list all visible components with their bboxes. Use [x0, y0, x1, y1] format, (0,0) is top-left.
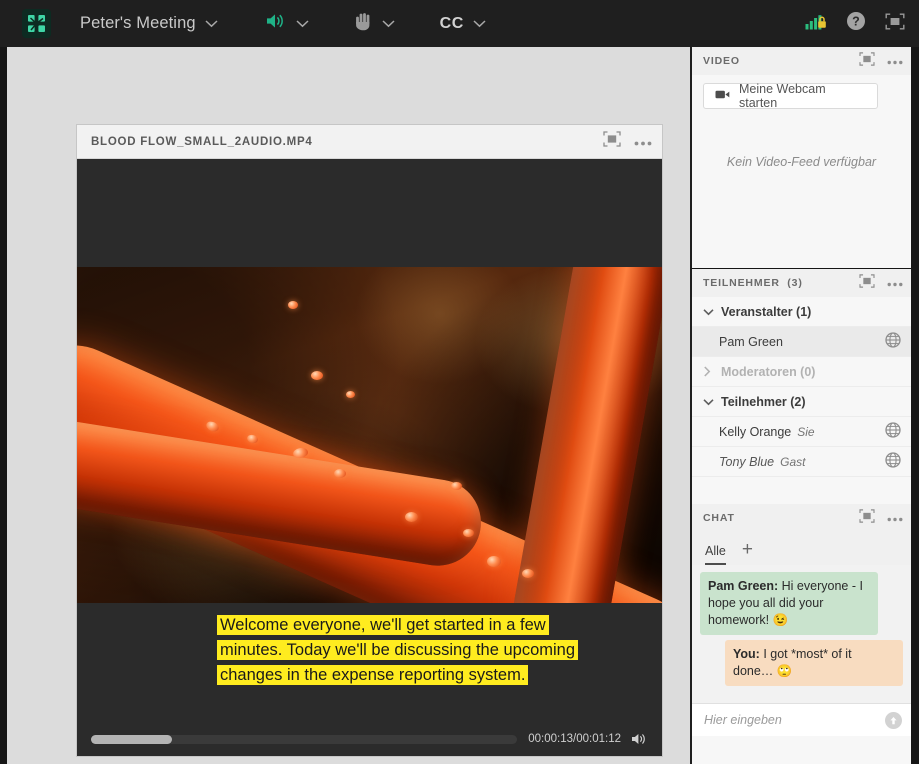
participant-group-presenters[interactable]: Moderatoren (0) — [692, 357, 911, 387]
participants-pod-header: TEILNEHMER (3) — [692, 269, 911, 297]
chat-input-placeholder: Hier eingeben — [704, 713, 782, 727]
expand-pod-icon[interactable] — [859, 51, 875, 71]
video-progress-fill — [91, 734, 172, 744]
chat-message-list: Pam Green: Hi everyone - I hope you all … — [692, 565, 911, 703]
video-pod: VIDEO Meine Webcam starten Kein Video-Fe… — [692, 47, 911, 269]
chevron-down-icon — [703, 398, 721, 406]
svg-text:?: ? — [852, 15, 860, 29]
help-circle-icon[interactable]: ? — [846, 11, 866, 36]
participant-group-participants[interactable]: Teilnehmer (2) — [692, 387, 911, 417]
video-letterbox-bottom: Welcome everyone, we'll get started in a… — [77, 603, 662, 756]
chat-sender: Pam Green: — [708, 579, 779, 593]
chat-message: You: I got *most* of it done… 🙄 — [725, 640, 903, 686]
chat-sender: You: — [733, 647, 760, 661]
expand-pod-icon[interactable] — [859, 508, 875, 528]
fullscreen-icon[interactable] — [885, 13, 905, 35]
participant-row-pam-green[interactable]: Pam Green — [692, 327, 911, 357]
video-empty-state: Kein Video-Feed verfügbar — [726, 155, 877, 169]
participant-row-kelly-orange[interactable]: Kelly Orange Sie — [692, 417, 911, 447]
audio-menu-button[interactable] — [265, 12, 309, 35]
closed-captions-menu-button[interactable]: CC — [440, 15, 486, 33]
volume-on-icon[interactable] — [631, 732, 648, 746]
share-pod-title: BLOOD FLOW_SMALL_2AUDIO.MP4 — [91, 135, 313, 148]
pod-menu-icon[interactable] — [887, 274, 903, 292]
participant-name: Kelly Orange Sie — [719, 424, 815, 439]
participant-group-label: Veranstalter (1) — [721, 304, 812, 319]
participant-group-hosts[interactable]: Veranstalter (1) — [692, 297, 911, 327]
camera-icon — [715, 89, 730, 103]
pod-menu-icon[interactable] — [634, 133, 652, 151]
participants-count: (3) — [787, 277, 803, 289]
share-pod-body: Welcome everyone, we'll get started in a… — [77, 159, 662, 756]
chevron-down-icon — [703, 308, 721, 316]
share-pod: BLOOD FLOW_SMALL_2AUDIO.MP4 Welcome ever… — [77, 125, 662, 756]
cc-label: CC — [439, 14, 464, 32]
globe-icon[interactable] — [885, 422, 901, 441]
raise-hand-icon — [354, 11, 373, 36]
stage-left-edge — [0, 47, 7, 764]
blood-cell — [486, 555, 501, 567]
chat-pod-header: CHAT — [692, 504, 911, 532]
participants-pod-title: TEILNEHMER (3) — [703, 277, 803, 289]
chevron-down-icon — [205, 19, 218, 28]
send-up-icon[interactable] — [885, 711, 902, 729]
chat-tab-bar: Alle + — [692, 532, 911, 565]
participant-group-label: Moderatoren (0) — [721, 364, 816, 379]
chevron-down-icon — [473, 19, 486, 28]
chevron-right-icon — [703, 366, 721, 377]
chevron-down-icon — [382, 19, 395, 28]
meeting-title: Peter's Meeting — [80, 14, 196, 32]
expand-pod-icon[interactable] — [859, 273, 875, 293]
tab-alle[interactable]: Alle — [705, 544, 726, 565]
participant-name: Tony Blue Gast — [719, 454, 806, 469]
video-timecode: 00:00:13/00:01:12 — [528, 733, 621, 745]
top-bar-status-group: ? — [786, 0, 905, 47]
blood-cell — [334, 468, 347, 478]
blood-cell — [287, 300, 298, 309]
start-webcam-button[interactable]: Meine Webcam starten — [703, 82, 878, 110]
plus-icon[interactable]: + — [742, 540, 753, 565]
top-menu-bar: Peter's Meeting CC ? — [0, 0, 919, 47]
globe-icon[interactable] — [885, 332, 901, 351]
video-pod-title: VIDEO — [703, 55, 740, 67]
chat-pod-title: CHAT — [703, 512, 735, 524]
video-player-controls: 00:00:13/00:01:12 — [77, 722, 662, 756]
adobe-connect-meeting-window: Peter's Meeting CC ? BLOOD FLOW_SMALL_2A… — [0, 0, 919, 764]
pod-menu-icon[interactable] — [887, 509, 903, 527]
meeting-title-menu[interactable]: Peter's Meeting — [51, 14, 218, 33]
stage-right-edge — [911, 47, 919, 764]
caption-text: Welcome everyone, we'll get started in a… — [217, 615, 579, 685]
rail-bottom-filler — [692, 736, 911, 764]
participant-name: Pam Green — [719, 334, 783, 349]
meeting-stage: BLOOD FLOW_SMALL_2AUDIO.MP4 Welcome ever… — [7, 47, 690, 764]
raise-hand-menu-button[interactable] — [354, 11, 395, 36]
share-pod-header: BLOOD FLOW_SMALL_2AUDIO.MP4 — [77, 125, 662, 159]
participant-row-tony-blue[interactable]: Tony Blue Gast — [692, 447, 911, 477]
video-progress-bar[interactable] — [91, 734, 518, 744]
video-pod-header: VIDEO — [692, 47, 911, 75]
chat-message: Pam Green: Hi everyone - I hope you all … — [700, 572, 878, 635]
speaker-on-icon — [265, 12, 287, 35]
chat-pod: CHAT Alle + Pam Green: Hi everyone - I h… — [692, 504, 911, 736]
pod-menu-icon[interactable] — [887, 52, 903, 70]
participant-group-label: Teilnehmer (2) — [721, 394, 806, 409]
participants-pod: TEILNEHMER (3) Veranstalter (1) Pam Gree… — [692, 269, 911, 532]
closed-caption-overlay: Welcome everyone, we'll get started in a… — [217, 613, 597, 688]
shared-video-frame[interactable] — [77, 267, 662, 603]
connection-secure-icon[interactable] — [805, 13, 827, 35]
chat-input-row[interactable]: Hier eingeben — [692, 703, 911, 736]
participant-tag: Sie — [797, 424, 815, 439]
blood-cell — [404, 512, 418, 523]
start-webcam-label: Meine Webcam starten — [739, 82, 826, 110]
right-pod-rail: VIDEO Meine Webcam starten Kein Video-Fe… — [692, 47, 911, 764]
participant-tag: Gast — [780, 454, 806, 469]
globe-icon[interactable] — [885, 452, 901, 471]
chevron-down-icon — [296, 19, 309, 28]
video-letterbox-top — [77, 159, 662, 267]
expand-pod-icon[interactable] — [603, 131, 621, 152]
adobe-connect-logo-icon[interactable] — [22, 9, 51, 38]
